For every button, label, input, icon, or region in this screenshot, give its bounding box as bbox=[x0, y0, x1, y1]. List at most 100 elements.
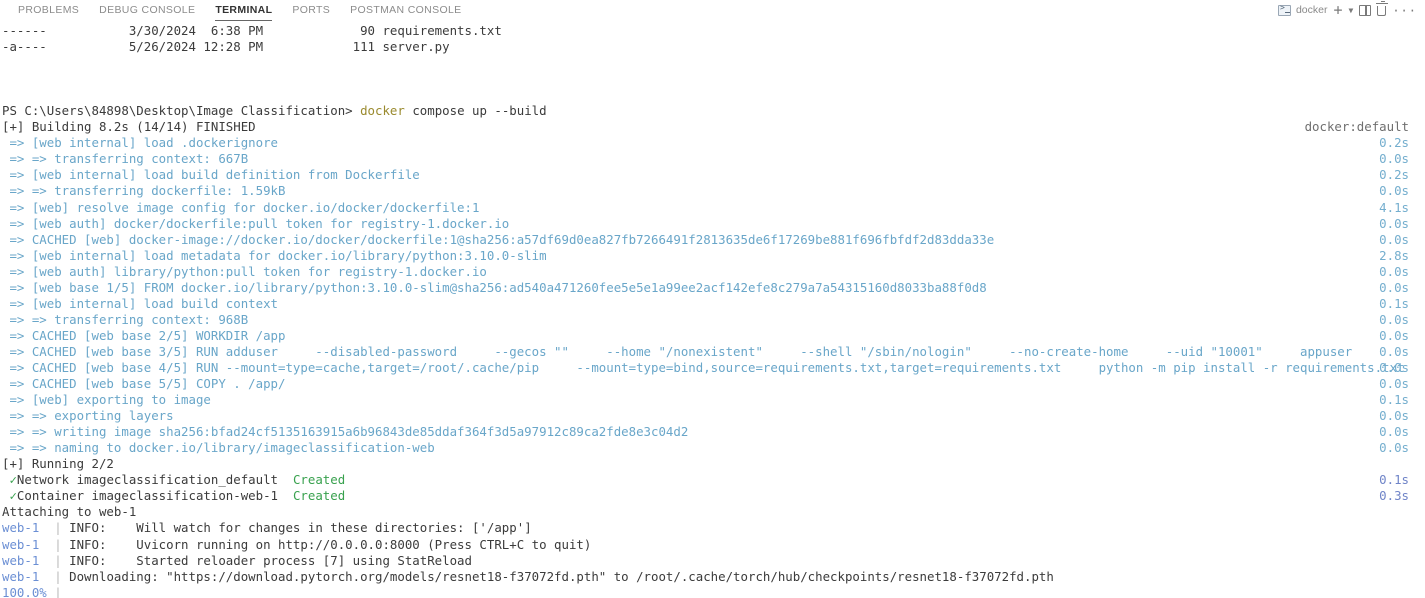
tab-debug-console[interactable]: DEBUG CONSOLE bbox=[89, 0, 205, 21]
prompt-command-name: docker bbox=[360, 103, 405, 119]
build-step-text: => => exporting layers bbox=[2, 408, 174, 424]
log-row: web-1 | INFO: Will watch for changes in … bbox=[0, 520, 1425, 536]
log-level: INFO: bbox=[69, 520, 137, 536]
panel-tab-bar: PROBLEMS DEBUG CONSOLE TERMINAL PORTS PO… bbox=[0, 0, 1425, 22]
build-step-row: => [web auth] docker/dockerfile:pull tok… bbox=[0, 216, 1425, 232]
tab-ports[interactable]: PORTS bbox=[282, 0, 340, 21]
build-step-timing: 0.0s bbox=[1379, 151, 1409, 167]
build-step-row: => CACHED [web] docker-image://docker.io… bbox=[0, 232, 1425, 248]
build-step-row: => => exporting layers 0.0s bbox=[0, 408, 1425, 424]
build-step-row: => => transferring context: 667B 0.0s bbox=[0, 151, 1425, 167]
running-item-row: ✓Container imageclassification-web-1 Cre… bbox=[0, 488, 1425, 504]
build-step-timing: 0.1s bbox=[1379, 295, 1409, 311]
new-terminal-dropdown-button[interactable]: ▼ bbox=[1348, 6, 1353, 15]
build-step-text: => [web auth] library/python:pull token … bbox=[2, 263, 487, 279]
tab-problems[interactable]: PROBLEMS bbox=[8, 0, 89, 21]
build-step-text: => CACHED [web] docker-image://docker.io… bbox=[2, 231, 995, 247]
build-driver: docker:default bbox=[1304, 119, 1409, 135]
build-step-row: => [web auth] library/python:pull token … bbox=[0, 264, 1425, 280]
build-step-row: => => writing image sha256:bfad24cf51351… bbox=[0, 424, 1425, 440]
running-item-label: Network imageclassification_default bbox=[16, 472, 293, 488]
log-separator: | bbox=[54, 552, 70, 568]
build-step-timing: 0.0s bbox=[1379, 327, 1409, 343]
build-step-row: => [web internal] load build definition … bbox=[0, 167, 1425, 183]
build-step-row: => CACHED [web base 2/5] WORKDIR /app 0.0… bbox=[0, 328, 1425, 344]
attaching-text: Attaching to web-1 bbox=[2, 504, 137, 520]
running-item-list: ✓Network imageclassification_default Cre… bbox=[0, 472, 1425, 504]
log-row: web-1 | INFO: Started reloader process [… bbox=[0, 553, 1425, 569]
build-step-row: => [web internal] load .dockerignore 0.2s bbox=[0, 135, 1425, 151]
build-step-text: => [web internal] load .dockerignore bbox=[2, 135, 279, 151]
file-listing-row: ------ 3/30/2024 6:38 PM 90 requirements… bbox=[0, 23, 1425, 39]
prompt-path: PS C:\Users\84898\Desktop\Image Classifi… bbox=[2, 103, 353, 119]
build-header-line: [+] Building 8.2s (14/14) FINISHED docker… bbox=[0, 119, 1425, 135]
log-message: Uvicorn running on http://0.0.0.0:8000 (… bbox=[136, 536, 592, 552]
build-step-text: => [web] resolve image config for docker… bbox=[2, 199, 480, 215]
file-listing-row-text: -a---- 5/26/2024 12:28 PM 111 server.py bbox=[2, 39, 450, 55]
build-step-timing: 0.0s bbox=[1379, 408, 1409, 424]
terminal-prompt-icon bbox=[1277, 4, 1291, 16]
log-separator: | bbox=[54, 536, 70, 552]
build-step-row: => [web internal] load metadata for dock… bbox=[0, 248, 1425, 264]
build-step-text: => [web] exporting to image bbox=[2, 392, 211, 408]
log-separator: | bbox=[54, 520, 70, 536]
split-panel-icon bbox=[1359, 5, 1372, 16]
active-terminal-selector[interactable]: docker bbox=[1277, 4, 1328, 17]
log-row: web-1 | Downloading: "https://download.p… bbox=[0, 569, 1425, 585]
running-item-status: Created bbox=[292, 488, 346, 504]
build-step-text: => [web internal] load build definition … bbox=[2, 167, 420, 183]
build-step-timing: 0.1s bbox=[1379, 392, 1409, 408]
trash-icon bbox=[1375, 0, 1388, 16]
ellipsis-icon: ··· bbox=[1392, 3, 1417, 18]
build-step-row: => [web] exporting to image 0.1s bbox=[0, 392, 1425, 408]
tab-terminal[interactable]: TERMINAL bbox=[205, 0, 282, 22]
split-terminal-button[interactable] bbox=[1359, 5, 1372, 16]
log-service-name: web-1 bbox=[2, 536, 55, 552]
log-level: INFO: bbox=[69, 552, 137, 568]
build-step-timing: 0.0s bbox=[1379, 215, 1409, 231]
kill-terminal-button[interactable] bbox=[1375, 0, 1388, 16]
log-service-name: web-1 bbox=[2, 520, 55, 536]
build-step-text: => => transferring context: 968B bbox=[2, 311, 249, 327]
panel-actions: docker + ▼ ··· bbox=[1277, 0, 1417, 21]
log-service-name: web-1 bbox=[2, 552, 55, 568]
build-step-timing: 0.0s bbox=[1379, 183, 1409, 199]
terminal-output[interactable]: ------ 3/30/2024 6:38 PM 90 requirements… bbox=[0, 21, 1425, 598]
active-terminal-label: docker bbox=[1295, 4, 1328, 17]
file-listing-row: -a---- 5/26/2024 12:28 PM 111 server.py bbox=[0, 39, 1425, 55]
build-step-row: => [web] resolve image config for docker… bbox=[0, 200, 1425, 216]
tab-postman-console[interactable]: POSTMAN CONSOLE bbox=[340, 0, 471, 21]
build-step-text: => [web auth] docker/dockerfile:pull tok… bbox=[2, 215, 510, 231]
build-step-text: => => transferring context: 667B bbox=[2, 151, 249, 167]
build-step-timing: 0.2s bbox=[1379, 135, 1409, 151]
log-row: web-1 | INFO: Uvicorn running on http://… bbox=[0, 537, 1425, 553]
build-step-text: => => naming to docker.io/library/imagec… bbox=[2, 440, 435, 456]
build-step-row: => CACHED [web base 4/5] RUN --mount=typ… bbox=[0, 360, 1425, 376]
build-step-timing: 0.0s bbox=[1379, 263, 1409, 279]
build-step-row: => [web base 1/5] FROM docker.io/library… bbox=[0, 280, 1425, 296]
build-step-row: => [web internal] load build context 0.1s bbox=[0, 296, 1425, 312]
running-item-status: Created bbox=[292, 472, 346, 488]
running-item-check-icon: ✓ bbox=[2, 488, 17, 504]
build-step-timing: 4.1s bbox=[1379, 199, 1409, 215]
build-step-text: => [web internal] load metadata for dock… bbox=[2, 247, 547, 263]
build-step-timing: 0.0s bbox=[1379, 376, 1409, 392]
build-step-text: => [web base 1/5] FROM docker.io/library… bbox=[2, 279, 987, 295]
tab-ports-label: PORTS bbox=[292, 4, 331, 16]
log-separator: | bbox=[54, 568, 70, 584]
tab-terminal-label: TERMINAL bbox=[215, 4, 273, 16]
build-step-row: => CACHED [web base 3/5] RUN adduser --d… bbox=[0, 344, 1425, 360]
build-step-timing: 0.2s bbox=[1379, 167, 1409, 183]
new-terminal-button[interactable]: + bbox=[1333, 3, 1342, 18]
build-step-text: => => writing image sha256:bfad24cf51351… bbox=[2, 424, 689, 440]
log-service-name: web-1 bbox=[2, 568, 55, 584]
build-step-timing: 0.0s bbox=[1379, 343, 1409, 359]
log-message: Downloading: "https://download.pytorch.o… bbox=[69, 568, 1054, 584]
build-step-text: => CACHED [web base 2/5] WORKDIR /app bbox=[2, 327, 286, 343]
build-step-text: => => transferring dockerfile: 1.59kB bbox=[2, 183, 286, 199]
build-step-timing: 0.0s bbox=[1379, 279, 1409, 295]
build-step-row: => => transferring context: 968B 0.0s bbox=[0, 312, 1425, 328]
more-actions-button[interactable]: ··· bbox=[1392, 3, 1417, 18]
log-row: 100.0% | bbox=[0, 585, 1425, 598]
